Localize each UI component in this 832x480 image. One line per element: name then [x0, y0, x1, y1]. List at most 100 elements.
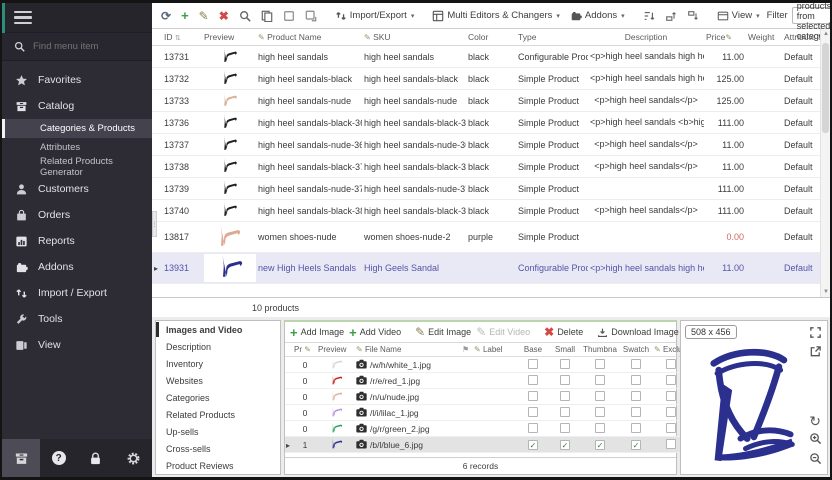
- sidebar-item-view[interactable]: View: [2, 332, 152, 358]
- swatch-checkbox[interactable]: [631, 407, 641, 417]
- search-button[interactable]: [236, 8, 254, 24]
- exclude-checkbox[interactable]: [666, 375, 676, 385]
- thumbnail-checkbox[interactable]: [595, 391, 605, 401]
- column-label[interactable]: ✎ Label: [473, 343, 517, 357]
- select-button[interactable]: [280, 8, 298, 24]
- small-checkbox[interactable]: [560, 407, 570, 417]
- thumbnail-checkbox[interactable]: ✓: [595, 440, 605, 450]
- column-base[interactable]: Base: [517, 343, 549, 357]
- exclude-checkbox[interactable]: [666, 359, 676, 369]
- delete-image-button[interactable]: ✖Delete: [544, 326, 583, 338]
- base-checkbox[interactable]: [528, 407, 538, 417]
- lock-button[interactable]: [77, 451, 114, 466]
- swatch-checkbox[interactable]: [631, 375, 641, 385]
- add-video-button[interactable]: +Add Video: [349, 326, 401, 339]
- tab-categories[interactable]: Categories: [156, 389, 280, 406]
- small-checkbox[interactable]: [560, 391, 570, 401]
- image-row[interactable]: 0 /l/i/lilac_1.jpg: [285, 405, 689, 421]
- edit-product-button[interactable]: ✎: [196, 8, 212, 24]
- sidebar-item-tools[interactable]: Tools: [2, 306, 152, 332]
- thumbnail-checkbox[interactable]: [595, 359, 605, 369]
- add-product-button[interactable]: +: [178, 7, 192, 24]
- small-checkbox[interactable]: ✓: [560, 440, 570, 450]
- column-position[interactable]: Pr ✎: [293, 343, 317, 357]
- sidebar-item-reports[interactable]: Reports: [2, 228, 152, 254]
- panel-splitter[interactable]: ⋮: [152, 211, 157, 237]
- column-sku[interactable]: ✎ SKU: [362, 29, 466, 46]
- table-row[interactable]: 13817 women shoes-nudewomen shoes-nude-2…: [152, 222, 830, 253]
- help-button[interactable]: ?: [40, 451, 77, 465]
- view-button[interactable]: View▾: [714, 8, 763, 24]
- download-image-button[interactable]: Download Image: [597, 327, 679, 338]
- exclude-checkbox[interactable]: [666, 391, 676, 401]
- menu-search-input[interactable]: [33, 41, 133, 52]
- refresh-button[interactable]: ⟳: [158, 8, 174, 24]
- sidebar-item-catalog[interactable]: Catalog: [2, 93, 152, 119]
- import-export-button[interactable]: Import/Export▾: [332, 8, 418, 24]
- swatch-checkbox[interactable]: ✓: [631, 440, 641, 450]
- tab-up-sells[interactable]: Up-sells: [156, 423, 280, 440]
- sort-button[interactable]: [640, 8, 658, 24]
- settings-button[interactable]: [115, 451, 152, 466]
- tab-websites[interactable]: Websites: [156, 372, 280, 389]
- small-checkbox[interactable]: [560, 375, 570, 385]
- column-preview[interactable]: Preview: [202, 29, 256, 46]
- column-preview[interactable]: Preview: [317, 343, 355, 357]
- sidebar-item-addons[interactable]: Addons: [2, 254, 152, 280]
- table-row[interactable]: 13731 high heel sandalshigh heel sandals…: [152, 46, 830, 68]
- scroll-down-icon[interactable]: ▼: [823, 289, 829, 295]
- scrollbar-thumb[interactable]: [822, 43, 829, 133]
- zoom-in-button[interactable]: [809, 432, 822, 450]
- sidebar-item-customers[interactable]: Customers: [2, 176, 152, 202]
- delete-product-button[interactable]: ✖: [216, 8, 232, 24]
- base-checkbox[interactable]: [528, 359, 538, 369]
- zoom-out-button[interactable]: [809, 452, 822, 470]
- table-row[interactable]: 13739 high heel sandals-nude-37high heel…: [152, 178, 830, 200]
- collapse-rows-button[interactable]: [684, 8, 702, 24]
- image-row[interactable]: 0 /w/h/white_1.jpg: [285, 357, 689, 373]
- small-checkbox[interactable]: [560, 359, 570, 369]
- swatch-checkbox[interactable]: [631, 423, 641, 433]
- column-type[interactable]: Type: [516, 29, 588, 46]
- expand-rows-button[interactable]: [662, 8, 680, 24]
- column-swatch[interactable]: Swatch: [619, 343, 653, 357]
- tab-images-and-video[interactable]: Images and Video: [156, 321, 280, 338]
- small-checkbox[interactable]: [560, 423, 570, 433]
- column-description[interactable]: Description: [588, 29, 704, 46]
- table-row[interactable]: 13736 high heel sandals-black-36high hee…: [152, 112, 830, 134]
- scroll-up-icon[interactable]: ▲: [823, 31, 829, 37]
- image-row-selected[interactable]: ▸1 /b/l/blue_6.jpg ✓ ✓ ✓ ✓: [285, 437, 689, 453]
- sidebar-item-attributes[interactable]: Attributes: [2, 138, 152, 157]
- edit-image-button[interactable]: ✎Edit Image: [415, 326, 471, 338]
- column-weight[interactable]: Weight: [746, 29, 782, 46]
- open-external-button[interactable]: [809, 345, 822, 363]
- copy-button[interactable]: [258, 8, 276, 24]
- tab-related-products[interactable]: Related Products: [156, 406, 280, 423]
- sidebar-item-categories-products[interactable]: Categories & Products: [2, 119, 152, 138]
- exclude-checkbox[interactable]: [666, 407, 676, 417]
- store-selector-button[interactable]: [2, 439, 40, 477]
- swatch-checkbox[interactable]: [631, 391, 641, 401]
- sidebar-item-orders[interactable]: Orders: [2, 202, 152, 228]
- addons-button[interactable]: Addons▾: [567, 8, 628, 24]
- base-checkbox[interactable]: ✓: [528, 440, 538, 450]
- column-thumbnail[interactable]: Thumbna: [581, 343, 619, 357]
- tab-product-reviews[interactable]: Product Reviews: [156, 457, 280, 474]
- column-price[interactable]: Price✎: [704, 29, 746, 46]
- column-product-name[interactable]: ✎ Product Name: [256, 29, 362, 46]
- thumbnail-checkbox[interactable]: [595, 407, 605, 417]
- table-row-selected[interactable]: ▸13931 new High Heels SandalsHigh Geels …: [152, 253, 830, 284]
- sidebar-item-related-products-generator[interactable]: Related Products Generator: [2, 157, 152, 176]
- clone-button[interactable]: [302, 8, 320, 24]
- table-row[interactable]: 13740 high heel sandals-black-38high hee…: [152, 200, 830, 222]
- column-file-name[interactable]: ✎ File Name: [355, 343, 461, 357]
- column-flag[interactable]: ⚑: [461, 343, 473, 357]
- multi-editors-button[interactable]: Multi Editors & Changers▾: [429, 8, 563, 24]
- rotate-button[interactable]: ↻: [809, 413, 821, 430]
- vertical-scrollbar[interactable]: ▲ ▼: [820, 29, 830, 297]
- table-row[interactable]: 13737 high heel sandals-nude-36high heel…: [152, 134, 830, 156]
- table-row[interactable]: 13732 high heel sandals-blackhigh heel s…: [152, 68, 830, 90]
- base-checkbox[interactable]: [528, 391, 538, 401]
- base-checkbox[interactable]: [528, 375, 538, 385]
- exclude-checkbox[interactable]: [666, 423, 676, 433]
